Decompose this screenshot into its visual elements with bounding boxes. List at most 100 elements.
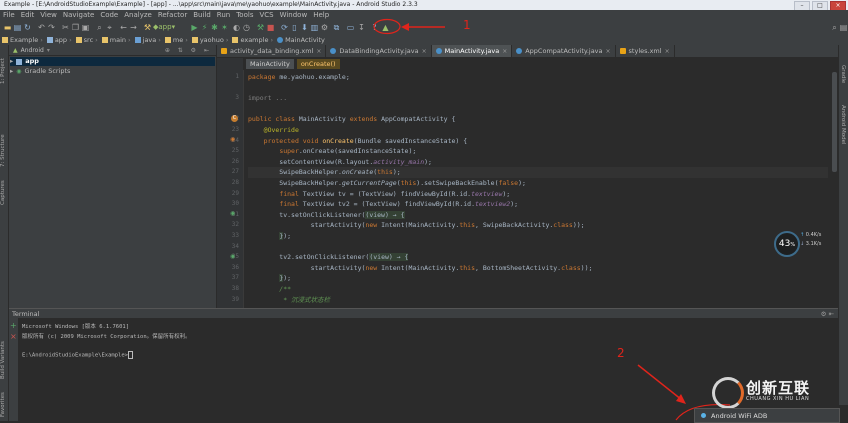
make-project-icon[interactable]: ⚒: [143, 23, 152, 32]
close-tab-icon[interactable]: ×: [316, 48, 321, 55]
menu-help[interactable]: Help: [310, 10, 332, 21]
paste-icon[interactable]: ▣: [81, 23, 90, 32]
replace-icon[interactable]: ⌖: [105, 23, 114, 32]
instant-run-icon[interactable]: ⚡: [200, 23, 209, 32]
breadcrumb-me[interactable]: me ›: [163, 36, 190, 44]
tool-tab-android-model[interactable]: Android Model: [840, 105, 846, 145]
stop-icon[interactable]: ■: [266, 23, 275, 32]
cut-icon[interactable]: ✂: [61, 23, 70, 32]
tool-tab-gradle[interactable]: Gradle: [840, 65, 846, 83]
redo-icon[interactable]: ↷: [47, 23, 56, 32]
apply-changes-icon[interactable]: ⚒: [256, 23, 265, 32]
breadcrumb-yaohuo[interactable]: yaohuo ›: [190, 36, 231, 44]
navigation-breadcrumb: Example › app › src › main › java › me › yaohu…: [0, 35, 848, 45]
menu-tools[interactable]: Tools: [233, 10, 256, 21]
forward-icon[interactable]: →: [129, 23, 138, 32]
breadcrumb-main[interactable]: main ›: [100, 36, 133, 44]
undo-icon[interactable]: ↶: [37, 23, 46, 32]
editor-crumb-method[interactable]: onCreate(): [296, 59, 340, 69]
android-device-monitor-icon[interactable]: ⚙: [320, 23, 329, 32]
menu-view[interactable]: View: [37, 10, 60, 21]
menu-run[interactable]: Run: [214, 10, 233, 21]
watermark-name: 创新互联: [746, 379, 811, 397]
chevron-right-icon[interactable]: ▸: [10, 67, 13, 76]
search-everywhere-icon[interactable]: ⌕: [830, 23, 839, 32]
close-tab-icon[interactable]: ×: [422, 48, 427, 55]
xml-file-icon: [221, 48, 227, 54]
project-structure-icon[interactable]: ▥: [310, 23, 319, 32]
tool-tab-captures[interactable]: Captures: [0, 175, 8, 211]
menu-vcs[interactable]: VCS: [256, 10, 276, 21]
sync-gradle-icon[interactable]: ⟳: [280, 23, 289, 32]
override-method-icon[interactable]: ◉: [230, 136, 235, 143]
run-config-select[interactable]: ◆app▾: [153, 23, 181, 32]
package-icon: [191, 37, 198, 43]
menu-edit[interactable]: Edit: [18, 10, 38, 21]
line-number: 24: [231, 136, 239, 144]
open-folder-icon[interactable]: ▬: [3, 23, 12, 32]
breadcrumb-java[interactable]: java ›: [133, 36, 163, 44]
tool-tab-favorites[interactable]: Favorites: [0, 390, 8, 420]
project-panel-actions[interactable]: ⊕ ⇅ ⚙ ⇤: [165, 47, 212, 54]
project-panel-header: ▲ Android ▾ ⊕ ⇅ ⚙ ⇤: [9, 45, 216, 56]
chevron-right-icon[interactable]: ▸: [10, 57, 13, 66]
editor-scrollbar-thumb[interactable]: [832, 72, 837, 172]
copy-icon[interactable]: ❐: [71, 23, 80, 32]
menu-window[interactable]: Window: [277, 10, 311, 21]
line-number: 38: [231, 285, 239, 292]
event-log-icon[interactable]: ▤: [839, 23, 848, 32]
tab-styles[interactable]: styles.xml ×: [616, 45, 675, 57]
tab-mainactivity[interactable]: MainActivity.java ×: [431, 45, 513, 57]
sdk-manager-icon[interactable]: ⬇: [300, 23, 309, 32]
editor-crumb-class[interactable]: MainActivity: [246, 59, 294, 69]
layout-inspector-icon[interactable]: ⧉: [332, 23, 341, 32]
editor-tab-bar: activity_data_binding.xml × DataBindingAc…: [217, 45, 838, 58]
tool-tab-build-variants[interactable]: Build Variants: [0, 335, 8, 385]
avd-manager-icon[interactable]: ▯: [290, 23, 299, 32]
watermark-logo: 创新互联 CHUANG XIN HU LIAN: [712, 375, 838, 409]
debug-icon[interactable]: ✱: [210, 23, 219, 32]
override-marker-icon[interactable]: C: [231, 115, 238, 122]
attach-debugger-icon[interactable]: ✶: [220, 23, 229, 32]
menu-analyze[interactable]: Analyze: [121, 10, 155, 21]
tab-activity-data-binding[interactable]: activity_data_binding.xml ×: [217, 45, 327, 57]
back-icon[interactable]: ←: [119, 23, 128, 32]
line-number: 25: [231, 147, 239, 155]
breadcrumb-project[interactable]: Example ›: [0, 36, 45, 44]
terminal-settings-icon[interactable]: ⚙ ⇤: [821, 310, 834, 318]
breadcrumb-example[interactable]: example ›: [230, 36, 275, 44]
tab-appcompat-activity[interactable]: AppCompatActivity.java ×: [512, 45, 616, 57]
tree-item-gradle-scripts[interactable]: ▸ ◉ Gradle Scripts: [10, 67, 70, 76]
save-all-icon[interactable]: ▤: [13, 23, 22, 32]
menu-build[interactable]: Build: [190, 10, 214, 21]
find-icon[interactable]: ⌕: [95, 23, 104, 32]
menu-file[interactable]: File: [0, 10, 18, 21]
annotation-label-one: 1: [463, 18, 471, 32]
close-tab-icon[interactable]: ×: [606, 48, 611, 55]
close-tab-icon[interactable]: ×: [502, 48, 507, 55]
new-session-icon[interactable]: +: [10, 321, 17, 330]
tab-databinding-activity[interactable]: DataBindingActivity.java ×: [326, 45, 432, 57]
project-view-select[interactable]: Android: [21, 47, 44, 54]
menu-refactor[interactable]: Refactor: [155, 10, 190, 21]
tool-tab-project[interactable]: 1: Project: [0, 51, 8, 91]
coverage-icon[interactable]: ◐: [232, 23, 241, 32]
tree-item-app[interactable]: ▸ app: [10, 57, 215, 66]
class-icon: [516, 48, 523, 54]
tool-tab-structure[interactable]: 7: Structure: [0, 131, 8, 171]
menu-navigate[interactable]: Navigate: [60, 10, 97, 21]
network-speed-stats: ↑ 0.4K/s ↓ 3.1K/s: [800, 232, 822, 247]
breadcrumb-src[interactable]: src ›: [74, 36, 100, 44]
terminal-icon[interactable]: ▭: [346, 23, 355, 32]
close-tab-icon[interactable]: ×: [665, 48, 670, 55]
profile-icon[interactable]: ◷: [242, 23, 251, 32]
breadcrumb-module[interactable]: app ›: [45, 36, 74, 44]
chevron-down-icon[interactable]: ▾: [47, 47, 50, 54]
menu-code[interactable]: Code: [97, 10, 121, 21]
run-icon[interactable]: ▶: [190, 23, 199, 32]
terminal-side-toolbar: + ×: [9, 318, 18, 421]
close-session-icon[interactable]: ×: [10, 332, 17, 341]
sync-project-icon[interactable]: ↧: [357, 23, 366, 32]
breadcrumb-mainactivity[interactable]: MainActivity: [275, 36, 327, 44]
sync-icon[interactable]: ↻: [23, 23, 32, 32]
